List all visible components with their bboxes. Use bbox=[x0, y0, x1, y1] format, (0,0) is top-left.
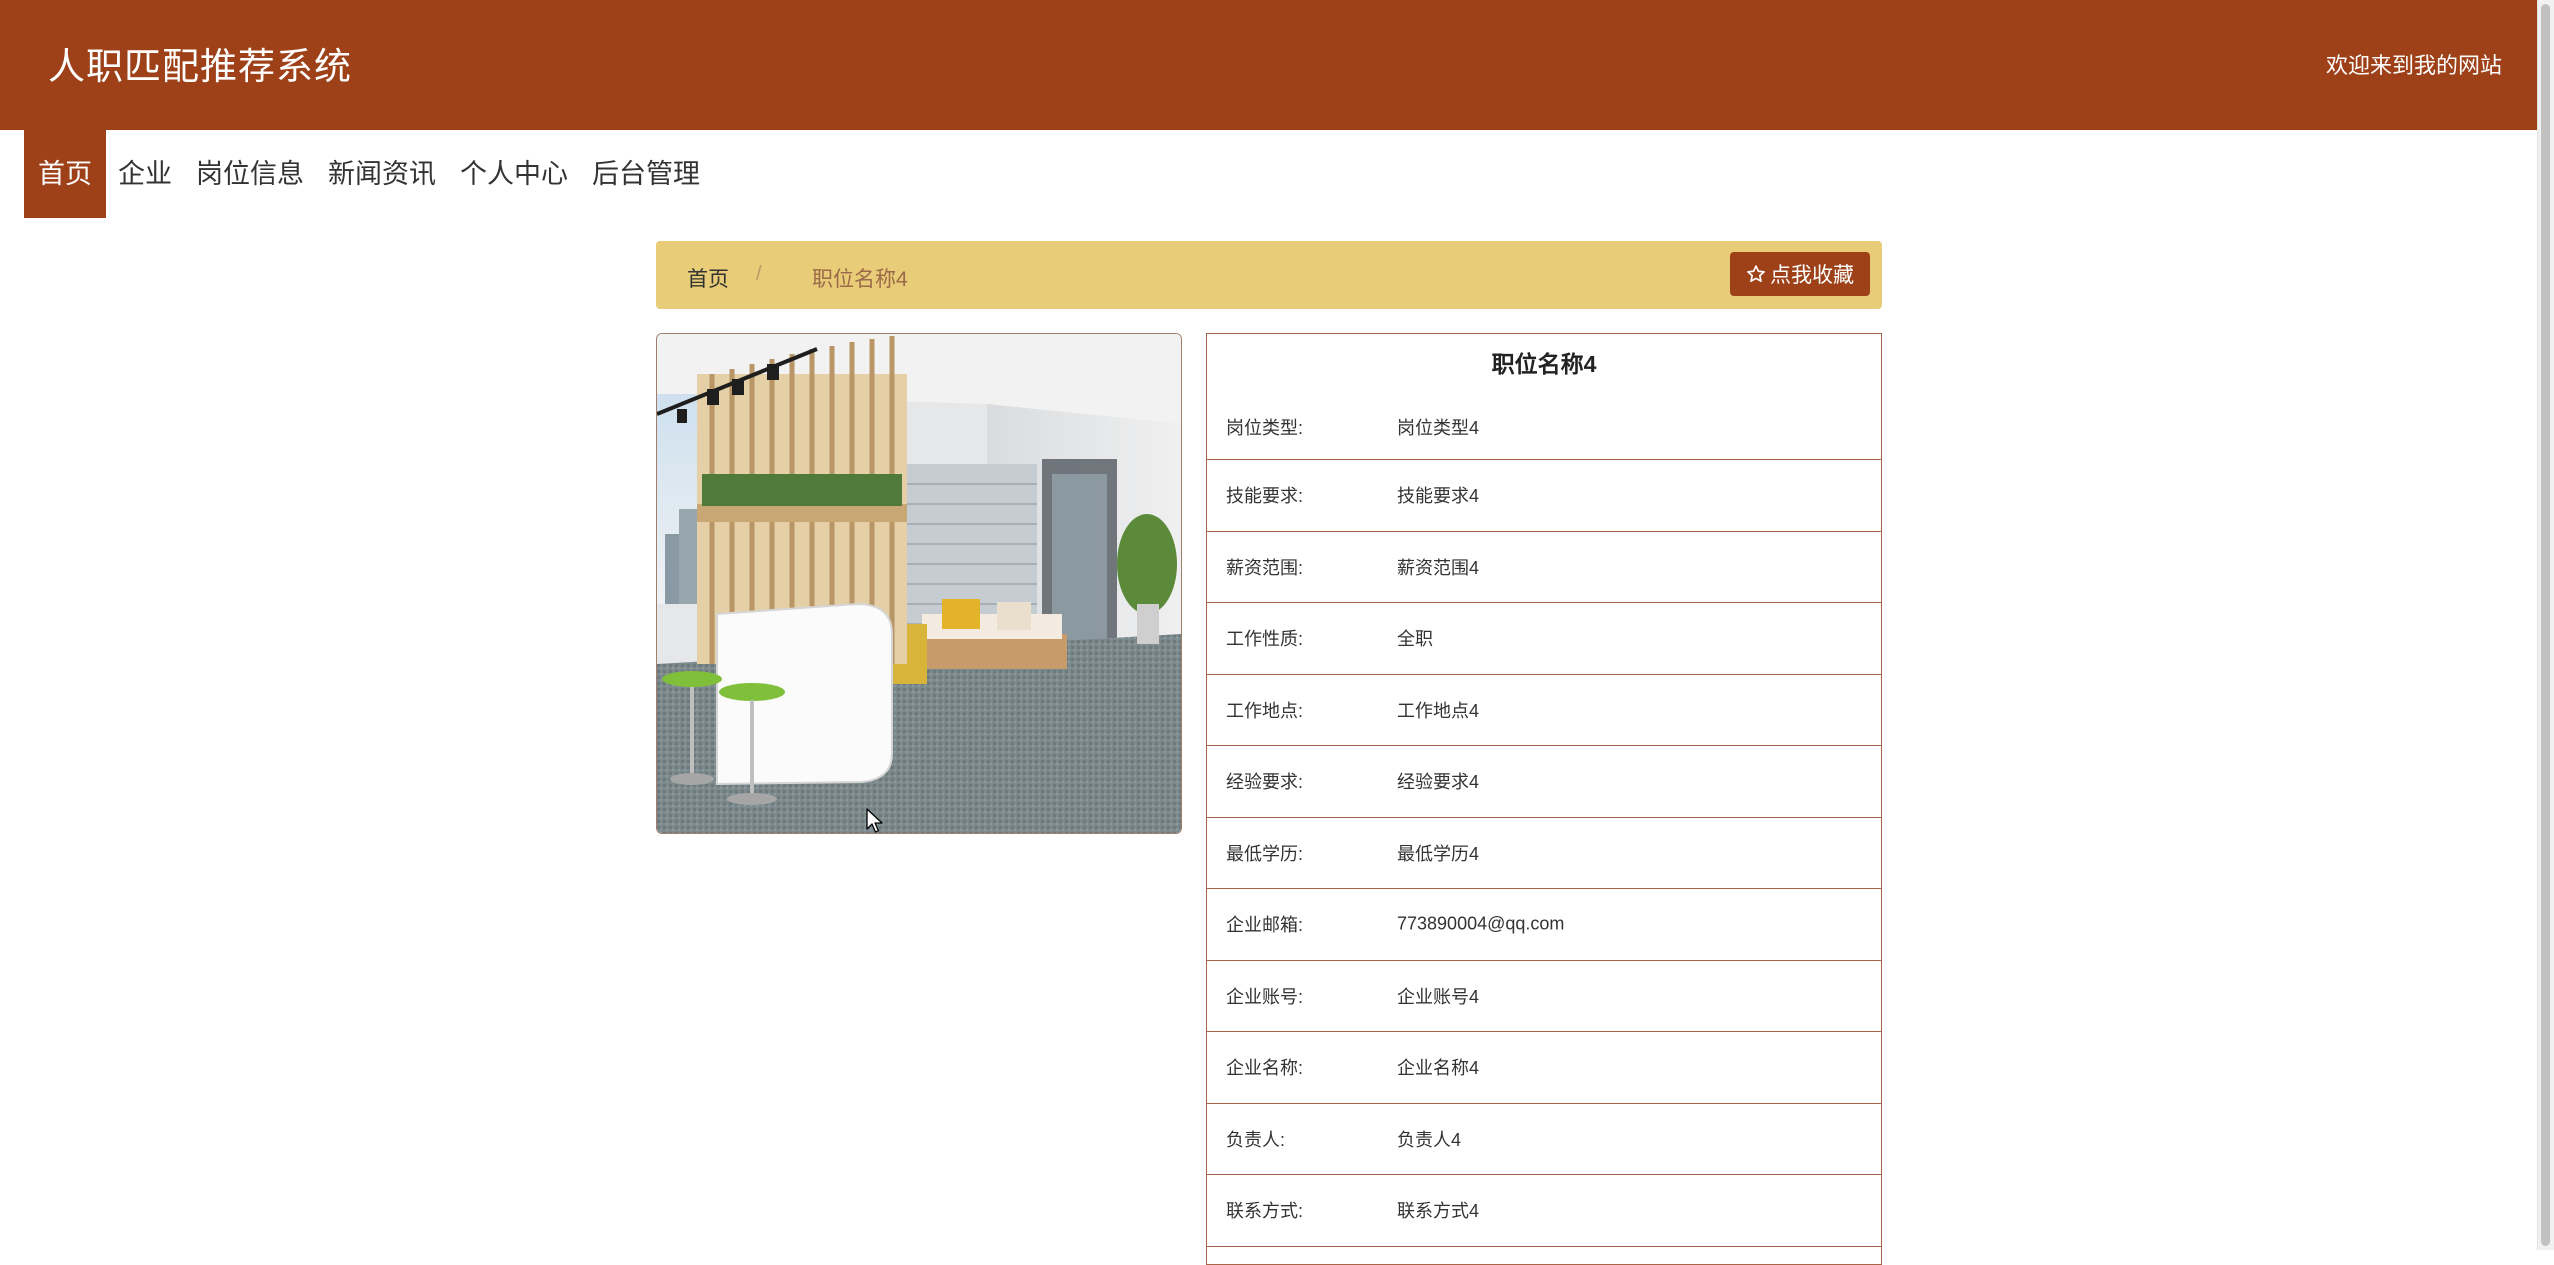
detail-label: 薪资范围: bbox=[1226, 557, 1304, 578]
nav-item-admin[interactable]: 后台管理 bbox=[580, 130, 712, 218]
detail-value: 全职 bbox=[1397, 629, 1433, 650]
breadcrumb-separator: / bbox=[756, 263, 762, 285]
detail-label: 工作性质: bbox=[1226, 629, 1304, 650]
detail-row-position-type: 岗位类型: 岗位类型4 bbox=[1207, 394, 1881, 460]
site-title[interactable]: 人职匹配推荐系统 bbox=[48, 36, 352, 90]
detail-label: 联系方式: bbox=[1226, 1201, 1304, 1222]
star-outline-icon bbox=[1747, 265, 1765, 282]
detail-label: 岗位类型: bbox=[1226, 417, 1304, 438]
detail-value: 企业账号4 bbox=[1397, 986, 1480, 1007]
detail-value: 工作地点4 bbox=[1397, 700, 1480, 721]
welcome-text: 欢迎来到我的网站 bbox=[2325, 53, 2502, 78]
detail-value: 企业名称4 bbox=[1397, 1058, 1480, 1079]
detail-value: 岗位类型4 bbox=[1397, 417, 1480, 438]
main-nav: 首页 企业 岗位信息 新闻资讯 个人中心 后台管理 bbox=[24, 130, 712, 218]
position-title: 职位名称4 bbox=[1491, 351, 1597, 377]
detail-row-education: 最低学历: 最低学历4 bbox=[1207, 818, 1881, 889]
detail-row-work-location: 工作地点: 工作地点4 bbox=[1207, 675, 1881, 746]
detail-label: 工作地点: bbox=[1226, 700, 1304, 721]
detail-label: 最低学历: bbox=[1226, 843, 1304, 864]
breadcrumb-home-link[interactable]: 首页 bbox=[687, 263, 729, 293]
detail-label: 技能要求: bbox=[1226, 486, 1304, 507]
mouse-cursor-icon bbox=[866, 808, 883, 833]
detail-row-company-account: 企业账号: 企业账号4 bbox=[1207, 961, 1881, 1032]
nav-item-personal-center[interactable]: 个人中心 bbox=[448, 130, 580, 218]
detail-value: 经验要求4 bbox=[1397, 772, 1480, 793]
detail-label: 企业账号: bbox=[1226, 986, 1304, 1007]
nav-item-news[interactable]: 新闻资讯 bbox=[316, 130, 448, 218]
detail-value: 最低学历4 bbox=[1397, 843, 1480, 864]
nav-item-enterprise[interactable]: 企业 bbox=[106, 130, 184, 218]
detail-row-job-nature: 工作性质: 全职 bbox=[1207, 603, 1881, 675]
breadcrumb-current: 职位名称4 bbox=[812, 268, 908, 291]
detail-value: 773890004@qq.com bbox=[1397, 913, 1565, 934]
breadcrumb: 首页 / 职位名称4 点我收藏 bbox=[656, 241, 1882, 309]
detail-row-experience: 经验要求: 经验要求4 bbox=[1207, 746, 1881, 818]
detail-value: 负责人4 bbox=[1397, 1129, 1462, 1150]
detail-row-contact-info: 联系方式: 联系方式4 bbox=[1207, 1175, 1881, 1247]
detail-value: 薪资范围4 bbox=[1397, 557, 1480, 578]
position-detail-table: 职位名称4 岗位类型: 岗位类型4 技能要求: 技能要求4 薪资范围: 薪资范围… bbox=[1206, 333, 1882, 1265]
favorite-button-label: 点我收藏 bbox=[1770, 264, 1854, 287]
detail-row-salary-range: 薪资范围: 薪资范围4 bbox=[1207, 532, 1881, 603]
detail-row-company-name: 企业名称: 企业名称4 bbox=[1207, 1032, 1881, 1104]
site-header: 人职匹配推荐系统 欢迎来到我的网站 bbox=[0, 0, 2538, 130]
detail-label: 负责人: bbox=[1226, 1129, 1286, 1150]
detail-row-skill-requirements: 技能要求: 技能要求4 bbox=[1207, 460, 1881, 532]
detail-value: 联系方式4 bbox=[1397, 1201, 1480, 1222]
detail-row-contact-person: 负责人: 负责人4 bbox=[1207, 1104, 1881, 1175]
position-image bbox=[656, 333, 1182, 834]
nav-item-home[interactable]: 首页 bbox=[24, 130, 106, 218]
detail-value: 技能要求4 bbox=[1397, 486, 1480, 507]
detail-label: 企业邮箱: bbox=[1226, 915, 1304, 936]
detail-label: 经验要求: bbox=[1226, 772, 1304, 793]
favorite-button[interactable]: 点我收藏 bbox=[1730, 252, 1870, 296]
page-scrollbar[interactable] bbox=[2537, 0, 2554, 1250]
scrollbar-thumb[interactable] bbox=[2541, 4, 2550, 1246]
detail-label: 企业名称: bbox=[1226, 1058, 1304, 1079]
nav-item-positions[interactable]: 岗位信息 bbox=[184, 130, 316, 218]
detail-row-company-email: 企业邮箱: 773890004@qq.com bbox=[1207, 889, 1881, 961]
